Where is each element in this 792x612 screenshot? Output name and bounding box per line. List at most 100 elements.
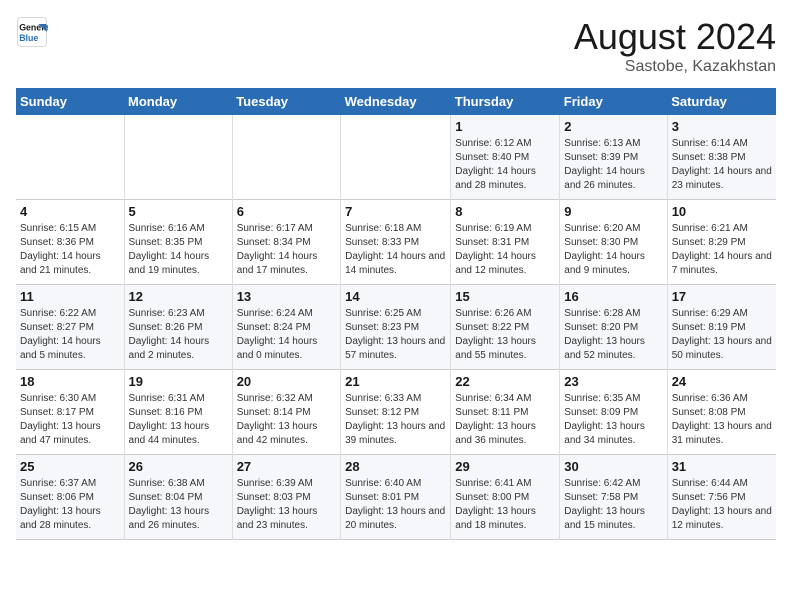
day-info: Sunrise: 6:18 AMSunset: 8:33 PMDaylight:…	[345, 222, 446, 278]
calendar-cell: 11 Sunrise: 6:22 AMSunset: 8:27 PMDayligh…	[16, 285, 124, 370]
logo-icon: General Blue	[16, 16, 48, 48]
calendar-cell: 14 Sunrise: 6:25 AMSunset: 8:23 PMDayligh…	[341, 285, 451, 370]
calendar-cell: 2 Sunrise: 6:13 AMSunset: 8:39 PMDaylight…	[560, 115, 667, 200]
calendar-cell	[16, 115, 124, 200]
day-number: 20	[237, 374, 336, 389]
day-info: Sunrise: 6:41 AMSunset: 8:00 PMDaylight:…	[455, 477, 555, 533]
day-number: 18	[20, 374, 120, 389]
calendar-table: SundayMondayTuesdayWednesdayThursdayFrid…	[16, 88, 776, 540]
day-info: Sunrise: 6:25 AMSunset: 8:23 PMDaylight:…	[345, 307, 446, 363]
calendar-week-row: 18 Sunrise: 6:30 AMSunset: 8:17 PMDayligh…	[16, 370, 776, 455]
day-number: 27	[237, 459, 336, 474]
day-number: 15	[455, 289, 555, 304]
day-info: Sunrise: 6:44 AMSunset: 7:56 PMDaylight:…	[672, 477, 772, 533]
day-info: Sunrise: 6:35 AMSunset: 8:09 PMDaylight:…	[564, 392, 662, 448]
day-info: Sunrise: 6:13 AMSunset: 8:39 PMDaylight:…	[564, 137, 662, 193]
calendar-week-row: 25 Sunrise: 6:37 AMSunset: 8:06 PMDayligh…	[16, 455, 776, 540]
day-info: Sunrise: 6:24 AMSunset: 8:24 PMDaylight:…	[237, 307, 336, 363]
calendar-cell: 10Sunrise: 6:21 AMSunset: 8:29 PMDayligh…	[667, 200, 776, 285]
calendar-cell: 30Sunrise: 6:42 AMSunset: 7:58 PMDayligh…	[560, 455, 667, 540]
day-number: 22	[455, 374, 555, 389]
day-info: Sunrise: 6:36 AMSunset: 8:08 PMDaylight:…	[672, 392, 772, 448]
day-number: 6	[237, 204, 336, 219]
day-number: 19	[129, 374, 228, 389]
calendar-cell: 13 Sunrise: 6:24 AMSunset: 8:24 PMDayligh…	[232, 285, 340, 370]
day-number: 11	[20, 289, 120, 304]
day-number: 26	[129, 459, 228, 474]
day-number: 23	[564, 374, 662, 389]
calendar-cell: 20 Sunrise: 6:32 AMSunset: 8:14 PMDayligh…	[232, 370, 340, 455]
calendar-cell	[341, 115, 451, 200]
day-info: Sunrise: 6:26 AMSunset: 8:22 PMDaylight:…	[455, 307, 555, 363]
day-number: 25	[20, 459, 120, 474]
day-number: 29	[455, 459, 555, 474]
calendar-cell: 28Sunrise: 6:40 AMSunset: 8:01 PMDayligh…	[341, 455, 451, 540]
day-info: Sunrise: 6:42 AMSunset: 7:58 PMDaylight:…	[564, 477, 662, 533]
day-info: Sunrise: 6:22 AMSunset: 8:27 PMDaylight:…	[20, 307, 120, 363]
weekday-header-monday: Monday	[124, 88, 232, 115]
day-number: 21	[345, 374, 446, 389]
day-info: Sunrise: 6:38 AMSunset: 8:04 PMDaylight:…	[129, 477, 228, 533]
day-number: 1	[455, 119, 555, 134]
title-section: August 2024 Sastobe, Kazakhstan	[574, 16, 776, 76]
day-number: 17	[672, 289, 772, 304]
calendar-cell: 15 Sunrise: 6:26 AMSunset: 8:22 PMDayligh…	[451, 285, 560, 370]
calendar-cell: 7Sunrise: 6:18 AMSunset: 8:33 PMDaylight…	[341, 200, 451, 285]
day-info: Sunrise: 6:34 AMSunset: 8:11 PMDaylight:…	[455, 392, 555, 448]
weekday-header-sunday: Sunday	[16, 88, 124, 115]
day-number: 2	[564, 119, 662, 134]
calendar-cell	[124, 115, 232, 200]
day-info: Sunrise: 6:12 AMSunset: 8:40 PMDaylight:…	[455, 137, 555, 193]
day-info: Sunrise: 6:39 AMSunset: 8:03 PMDaylight:…	[237, 477, 336, 533]
calendar-body: 1 Sunrise: 6:12 AMSunset: 8:40 PMDaylight…	[16, 115, 776, 540]
day-info: Sunrise: 6:30 AMSunset: 8:17 PMDaylight:…	[20, 392, 120, 448]
calendar-cell: 19 Sunrise: 6:31 AMSunset: 8:16 PMDayligh…	[124, 370, 232, 455]
day-number: 5	[129, 204, 228, 219]
day-info: Sunrise: 6:23 AMSunset: 8:26 PMDaylight:…	[129, 307, 228, 363]
day-number: 16	[564, 289, 662, 304]
day-number: 28	[345, 459, 446, 474]
calendar-cell	[232, 115, 340, 200]
day-info: Sunrise: 6:33 AMSunset: 8:12 PMDaylight:…	[345, 392, 446, 448]
calendar-cell: 3 Sunrise: 6:14 AMSunset: 8:38 PMDaylight…	[667, 115, 776, 200]
calendar-cell: 23 Sunrise: 6:35 AMSunset: 8:09 PMDayligh…	[560, 370, 667, 455]
calendar-cell: 22 Sunrise: 6:34 AMSunset: 8:11 PMDayligh…	[451, 370, 560, 455]
calendar-cell: 12 Sunrise: 6:23 AMSunset: 8:26 PMDayligh…	[124, 285, 232, 370]
day-info: Sunrise: 6:37 AMSunset: 8:06 PMDaylight:…	[20, 477, 120, 533]
day-info: Sunrise: 6:32 AMSunset: 8:14 PMDaylight:…	[237, 392, 336, 448]
day-number: 24	[672, 374, 772, 389]
calendar-cell: 4 Sunrise: 6:15 AMSunset: 8:36 PMDaylight…	[16, 200, 124, 285]
calendar-cell: 18 Sunrise: 6:30 AMSunset: 8:17 PMDayligh…	[16, 370, 124, 455]
day-number: 10	[672, 204, 772, 219]
day-number: 3	[672, 119, 772, 134]
day-info: Sunrise: 6:15 AMSunset: 8:36 PMDaylight:…	[20, 222, 120, 278]
day-number: 14	[345, 289, 446, 304]
calendar-cell: 5Sunrise: 6:16 AMSunset: 8:35 PMDaylight…	[124, 200, 232, 285]
calendar-cell: 1 Sunrise: 6:12 AMSunset: 8:40 PMDaylight…	[451, 115, 560, 200]
day-info: Sunrise: 6:20 AMSunset: 8:30 PMDaylight:…	[564, 222, 662, 278]
weekday-header-row: SundayMondayTuesdayWednesdayThursdayFrid…	[16, 88, 776, 115]
calendar-cell: 26 Sunrise: 6:38 AMSunset: 8:04 PMDayligh…	[124, 455, 232, 540]
calendar-cell: 25 Sunrise: 6:37 AMSunset: 8:06 PMDayligh…	[16, 455, 124, 540]
calendar-cell: 16 Sunrise: 6:28 AMSunset: 8:20 PMDayligh…	[560, 285, 667, 370]
calendar-week-row: 1 Sunrise: 6:12 AMSunset: 8:40 PMDaylight…	[16, 115, 776, 200]
day-info: Sunrise: 6:28 AMSunset: 8:20 PMDaylight:…	[564, 307, 662, 363]
day-info: Sunrise: 6:14 AMSunset: 8:38 PMDaylight:…	[672, 137, 772, 193]
day-info: Sunrise: 6:19 AMSunset: 8:31 PMDaylight:…	[455, 222, 555, 278]
calendar-week-row: 11 Sunrise: 6:22 AMSunset: 8:27 PMDayligh…	[16, 285, 776, 370]
subtitle: Sastobe, Kazakhstan	[574, 58, 776, 76]
calendar-cell: 9Sunrise: 6:20 AMSunset: 8:30 PMDaylight…	[560, 200, 667, 285]
day-number: 4	[20, 204, 120, 219]
calendar-cell: 8Sunrise: 6:19 AMSunset: 8:31 PMDaylight…	[451, 200, 560, 285]
weekday-header-saturday: Saturday	[667, 88, 776, 115]
day-number: 13	[237, 289, 336, 304]
day-number: 31	[672, 459, 772, 474]
day-info: Sunrise: 6:17 AMSunset: 8:34 PMDaylight:…	[237, 222, 336, 278]
calendar-cell: 21 Sunrise: 6:33 AMSunset: 8:12 PMDayligh…	[341, 370, 451, 455]
weekday-header-tuesday: Tuesday	[232, 88, 340, 115]
weekday-header-thursday: Thursday	[451, 88, 560, 115]
calendar-week-row: 4 Sunrise: 6:15 AMSunset: 8:36 PMDaylight…	[16, 200, 776, 285]
day-number: 12	[129, 289, 228, 304]
day-info: Sunrise: 6:31 AMSunset: 8:16 PMDaylight:…	[129, 392, 228, 448]
svg-text:Blue: Blue	[19, 33, 38, 43]
